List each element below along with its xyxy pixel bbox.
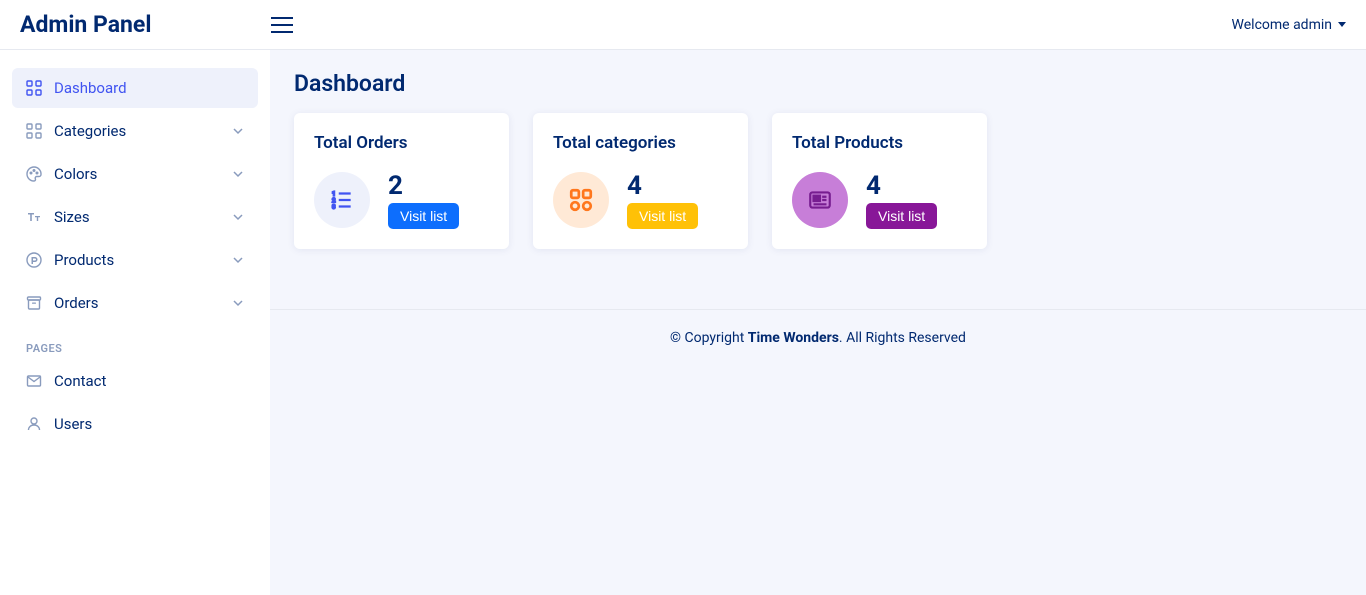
footer: © Copyright Time Wonders. All Rights Res… bbox=[270, 309, 1366, 366]
chevron-down-icon bbox=[232, 297, 244, 309]
palette-icon bbox=[26, 166, 42, 182]
copyright-prefix: © Copyright bbox=[670, 330, 748, 346]
visit-list-button[interactable]: Visit list bbox=[866, 203, 937, 229]
page-title: Dashboard bbox=[294, 70, 1342, 97]
card-title: Total Products bbox=[792, 133, 967, 153]
svg-text:1: 1 bbox=[332, 192, 335, 198]
list-icon: 123 bbox=[314, 172, 370, 228]
tag-icon bbox=[26, 252, 42, 268]
card-total-categories: Total categories 4 Visit list bbox=[533, 113, 748, 249]
sidebar-item-orders[interactable]: Orders bbox=[12, 283, 258, 323]
news-icon bbox=[792, 172, 848, 228]
visit-list-button[interactable]: Visit list bbox=[627, 203, 698, 229]
card-total-products: Total Products 4 Visit list bbox=[772, 113, 987, 249]
copyright-suffix: . All Rights Reserved bbox=[839, 330, 966, 346]
visit-list-button[interactable]: Visit list bbox=[388, 203, 459, 229]
sidebar-item-label: Products bbox=[54, 251, 114, 269]
sidebar-item-label: Orders bbox=[54, 294, 99, 312]
chevron-down-icon bbox=[232, 211, 244, 223]
main-content: Dashboard Total Orders 123 2 Visit list … bbox=[270, 50, 1366, 595]
sidebar-item-label: Users bbox=[54, 415, 92, 433]
sidebar-item-label: Categories bbox=[54, 122, 126, 140]
grid-icon bbox=[26, 123, 42, 139]
card-title: Total categories bbox=[553, 133, 728, 153]
stats-cards: Total Orders 123 2 Visit list Total cate… bbox=[294, 113, 1342, 249]
text-size-icon bbox=[26, 209, 42, 225]
sidebar-item-contact[interactable]: Contact bbox=[12, 361, 258, 401]
envelope-icon bbox=[26, 373, 42, 389]
copyright-brand: Time Wonders bbox=[748, 330, 839, 346]
sidebar-item-sizes[interactable]: Sizes bbox=[12, 197, 258, 237]
stat-value: 4 bbox=[627, 171, 642, 201]
sidebar-item-categories[interactable]: Categories bbox=[12, 111, 258, 151]
person-icon bbox=[26, 416, 42, 432]
card-total-orders: Total Orders 123 2 Visit list bbox=[294, 113, 509, 249]
caret-down-icon bbox=[1338, 22, 1346, 27]
sidebar-item-products[interactable]: Products bbox=[12, 240, 258, 280]
sidebar-item-label: Sizes bbox=[54, 208, 90, 226]
sidebar-item-users[interactable]: Users bbox=[12, 404, 258, 444]
header: Admin Panel Welcome admin bbox=[0, 0, 1366, 50]
chevron-down-icon bbox=[232, 168, 244, 180]
sidebar-item-colors[interactable]: Colors bbox=[12, 154, 258, 194]
grid-icon bbox=[26, 80, 42, 96]
welcome-dropdown[interactable]: Welcome admin bbox=[1232, 17, 1346, 33]
sidebar-item-dashboard[interactable]: Dashboard bbox=[12, 68, 258, 108]
sidebar-item-label: Contact bbox=[54, 372, 106, 390]
sidebar-section-label: PAGES bbox=[12, 326, 258, 361]
chevron-down-icon bbox=[232, 254, 244, 266]
stat-value: 2 bbox=[388, 171, 403, 201]
sidebar: Dashboard Categories Colors Sizes Produc… bbox=[0, 50, 270, 595]
sidebar-item-label: Dashboard bbox=[54, 79, 127, 97]
svg-text:2: 2 bbox=[332, 198, 335, 204]
sidebar-item-label: Colors bbox=[54, 165, 97, 183]
brand-logo[interactable]: Admin Panel bbox=[20, 11, 151, 38]
card-title: Total Orders bbox=[314, 133, 489, 153]
archive-icon bbox=[26, 295, 42, 311]
grid-icon bbox=[553, 172, 609, 228]
chevron-down-icon bbox=[232, 125, 244, 137]
menu-toggle-icon[interactable] bbox=[271, 17, 293, 33]
welcome-label: Welcome admin bbox=[1232, 17, 1332, 33]
svg-text:3: 3 bbox=[332, 205, 335, 211]
stat-value: 4 bbox=[866, 171, 881, 201]
